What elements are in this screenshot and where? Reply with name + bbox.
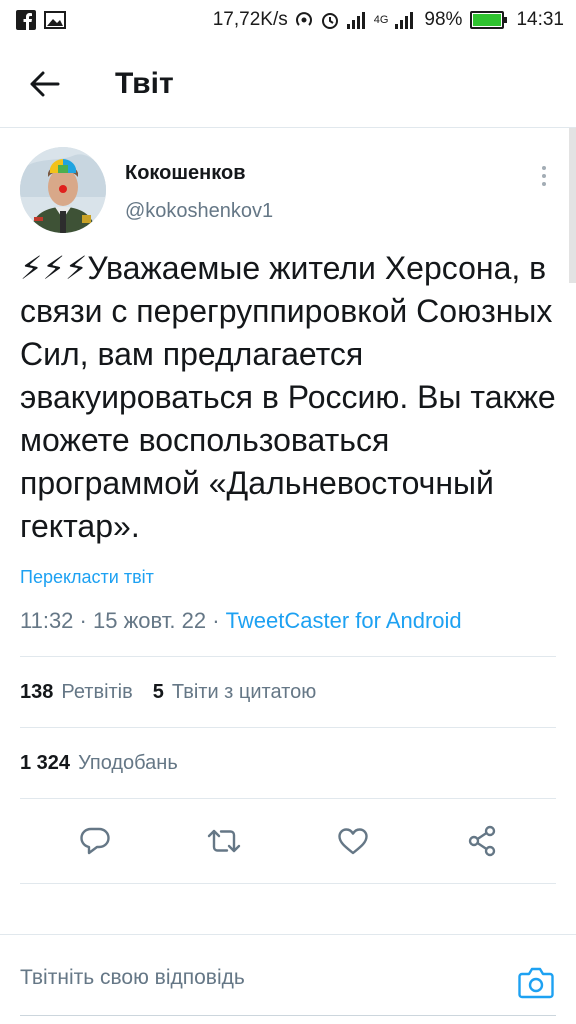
- more-options-button[interactable]: [530, 158, 558, 194]
- share-icon: [468, 825, 495, 857]
- actions-row: [20, 799, 556, 884]
- battery-level: [473, 14, 501, 26]
- clock: 14:31: [516, 9, 564, 30]
- scrollbar[interactable]: [569, 128, 576, 283]
- share-button[interactable]: [458, 817, 506, 865]
- stats-row: 138 Ретвітів 5 Твіти з цитатою: [20, 657, 556, 728]
- likes-count: 1 324: [20, 751, 71, 774]
- quotes-label: Твіти з цитатою: [171, 680, 317, 703]
- camera-button[interactable]: [518, 965, 558, 1001]
- author-handle[interactable]: @kokoshenkov1: [125, 200, 273, 223]
- network-speed: 17,72K/s: [212, 9, 288, 30]
- signal-icon: [346, 11, 368, 29]
- avatar[interactable]: [20, 147, 106, 233]
- author-row: Кокошенков @kokoshenkov1: [20, 128, 556, 238]
- more-dot: [542, 182, 546, 186]
- page-title: Твіт: [115, 66, 174, 100]
- back-button[interactable]: [15, 54, 75, 114]
- likes-stat[interactable]: 1 324 Уподобань: [20, 752, 178, 775]
- alarm-icon: [320, 10, 340, 30]
- tweet-source[interactable]: TweetCaster for Android: [226, 608, 462, 633]
- signal-icon: [394, 11, 416, 29]
- reply-underline: [20, 1015, 556, 1016]
- retweets-stat[interactable]: 138 Ретвітів: [20, 681, 133, 704]
- likes-label: Уподобань: [78, 751, 178, 774]
- hotspot-icon: [294, 10, 314, 30]
- reply-icon: [79, 827, 110, 855]
- camera-icon: [518, 967, 554, 999]
- retweets-label: Ретвітів: [61, 680, 133, 703]
- image-icon: [44, 11, 66, 29]
- tweet-text: ⚡⚡⚡Уважаемые жители Херсона, в связи с п…: [20, 250, 556, 544]
- arrow-left-icon: [30, 71, 60, 96]
- network-type: 4G: [373, 14, 389, 26]
- battery-icon: [470, 11, 508, 29]
- meta-separator: ·: [212, 608, 226, 633]
- meta-separator: ·: [79, 608, 93, 633]
- translate-link[interactable]: Перекласти твіт: [20, 567, 556, 588]
- tweet-date: 15 жовт. 22: [93, 608, 207, 633]
- retweet-icon: [207, 829, 240, 853]
- quotes-count: 5: [152, 680, 164, 703]
- like-icon: [337, 828, 368, 855]
- retweets-count: 138: [20, 680, 54, 703]
- more-dot: [542, 166, 546, 170]
- author-name[interactable]: Кокошенков: [125, 162, 246, 185]
- reply-bar: [0, 934, 576, 1024]
- tweet-meta: 11:32 · 15 жовт. 22 · TweetCaster for An…: [20, 608, 556, 657]
- quotes-stat[interactable]: 5 Твіти з цитатою: [153, 681, 316, 704]
- reply-input[interactable]: [20, 953, 500, 1003]
- reply-button[interactable]: [71, 817, 119, 865]
- battery-percent: 98%: [424, 9, 463, 30]
- top-bar: Твіт: [0, 40, 576, 128]
- more-dot: [542, 174, 546, 178]
- facebook-icon: [16, 10, 36, 30]
- tweet: Кокошенков @kokoshenkov1 ⚡⚡⚡Уважаемые жи…: [20, 128, 556, 884]
- like-button[interactable]: [329, 817, 377, 865]
- likes-row: 1 324 Уподобань: [20, 728, 556, 799]
- status-bar: 17,72K/s 4G 98% 14:31: [0, 0, 576, 40]
- tweet-time: 11:32: [20, 608, 74, 633]
- retweet-button[interactable]: [200, 817, 248, 865]
